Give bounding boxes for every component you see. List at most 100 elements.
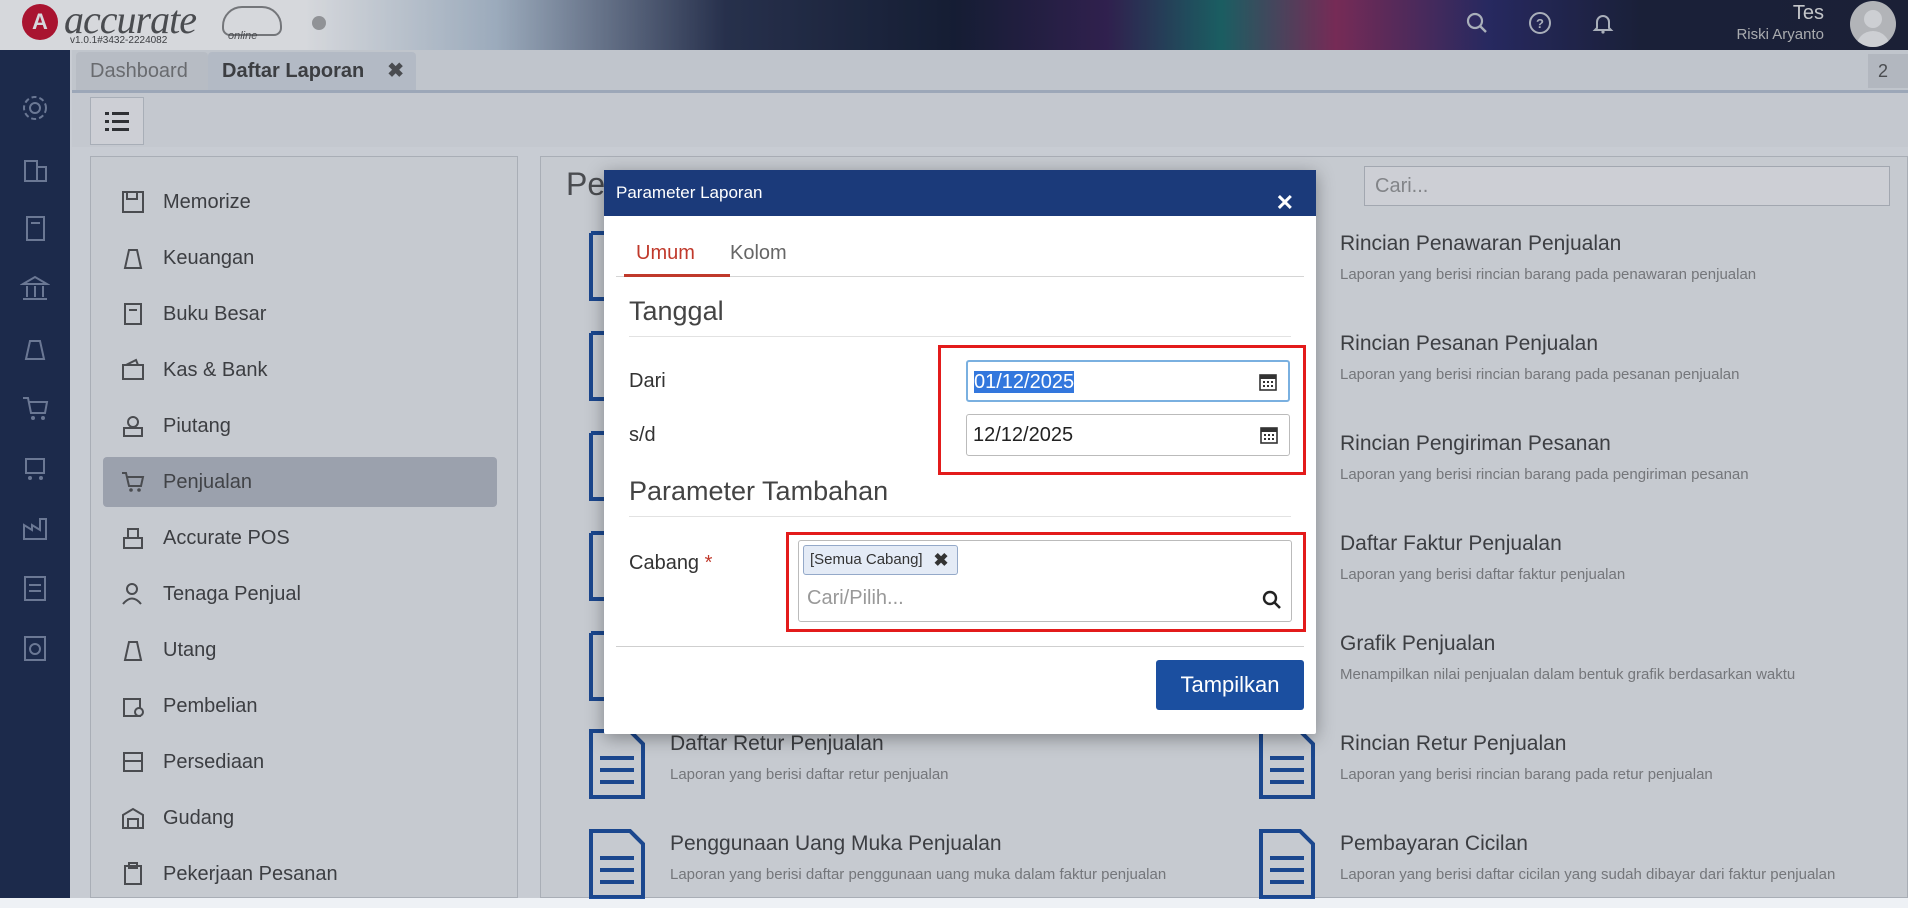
tab-close-icon[interactable]: ✖ bbox=[387, 52, 404, 90]
sidebar-item-gudang[interactable]: Gudang bbox=[103, 793, 497, 843]
sidebar-item-label: Memorize bbox=[163, 190, 251, 213]
sidebar-item-tenaga-penjual[interactable]: Tenaga Penjual bbox=[103, 569, 497, 619]
logo-online: online bbox=[228, 30, 258, 42]
sidebar-item-label: Penjualan bbox=[163, 470, 252, 493]
sidebar-item-label: Keuangan bbox=[163, 246, 255, 269]
svg-text:?: ? bbox=[1536, 16, 1544, 31]
document-icon bbox=[589, 729, 645, 799]
report-item[interactable]: Rincian Pengiriman Pesanan Laporan yang … bbox=[1258, 428, 1818, 508]
dialog-header: Parameter Laporan ✕ bbox=[604, 170, 1316, 216]
report-icon[interactable] bbox=[17, 630, 53, 666]
highlight-box-dates bbox=[938, 345, 1306, 475]
footer-divider bbox=[616, 646, 1304, 647]
list-view-button[interactable] bbox=[90, 97, 144, 145]
search-icon[interactable] bbox=[1462, 8, 1492, 38]
report-title: Rincian Retur Penjualan bbox=[1340, 732, 1567, 755]
report-title: Rincian Penawaran Penjualan bbox=[1340, 232, 1622, 255]
sidebar-item-label: Utang bbox=[163, 638, 217, 661]
sidebar-item-utang[interactable]: Utang bbox=[103, 625, 497, 675]
sidebar-item-persediaan[interactable]: Persediaan bbox=[103, 737, 497, 787]
report-item[interactable]: Rincian Penawaran Penjualan Laporan yang… bbox=[1258, 228, 1818, 308]
tab-daftar-laporan-label: Daftar Laporan bbox=[222, 60, 365, 82]
show-report-button[interactable]: Tampilkan bbox=[1156, 660, 1304, 710]
sidebar-item-label: Accurate POS bbox=[163, 526, 290, 549]
logo-mark-icon: A bbox=[22, 4, 58, 40]
report-title: Rincian Pesanan Penjualan bbox=[1340, 332, 1599, 355]
book-icon[interactable] bbox=[17, 210, 53, 246]
purchase-icon[interactable] bbox=[17, 450, 53, 486]
report-item[interactable]: Rincian Retur Penjualan Laporan yang ber… bbox=[1258, 728, 1818, 808]
section-tanggal-title: Tanggal bbox=[629, 296, 724, 326]
report-title: Daftar Faktur Penjualan bbox=[1340, 532, 1562, 555]
ledger-icon bbox=[111, 299, 155, 329]
document-icon bbox=[589, 829, 645, 899]
cart-icon[interactable] bbox=[17, 390, 53, 426]
section-divider bbox=[629, 336, 1291, 337]
required-mark: * bbox=[704, 552, 713, 574]
salesperson-icon bbox=[111, 579, 155, 609]
dialog-title: Parameter Laporan bbox=[616, 183, 763, 202]
tab-count-dropdown[interactable]: 2 bbox=[1868, 54, 1908, 88]
report-title: Penggunaan Uang Muka Penjualan bbox=[670, 832, 1002, 855]
pos-icon bbox=[111, 523, 155, 553]
tab-dashboard[interactable]: Dashboard bbox=[76, 52, 208, 90]
status-dot-icon bbox=[312, 16, 326, 30]
user-subtitle: Riski Aryanto bbox=[1736, 26, 1824, 43]
receivable-icon bbox=[111, 411, 155, 441]
sidebar-item-accurate-pos[interactable]: Accurate POS bbox=[103, 513, 497, 563]
sidebar-item-piutang[interactable]: Piutang bbox=[103, 401, 497, 451]
report-item[interactable]: Daftar Retur Penjualan Laporan yang beri… bbox=[588, 728, 1148, 808]
bell-icon[interactable] bbox=[1588, 8, 1618, 38]
bank-icon[interactable] bbox=[17, 270, 53, 306]
save-icon bbox=[111, 187, 155, 217]
sidebar-item-keuangan[interactable]: Keuangan bbox=[103, 233, 497, 283]
report-item[interactable]: Penggunaan Uang Muka Penjualan Laporan y… bbox=[588, 828, 1166, 908]
version-text: v1.0.1#3432-2224082 bbox=[70, 35, 168, 46]
report-item[interactable]: Daftar Faktur Penjualan Laporan yang ber… bbox=[1258, 528, 1818, 608]
sidebar-item-label: Tenaga Penjual bbox=[163, 582, 301, 605]
sidebar-item-memorize[interactable]: Memorize bbox=[103, 177, 497, 227]
job-order-icon bbox=[111, 859, 155, 889]
company-icon[interactable] bbox=[17, 150, 53, 186]
report-title: Rincian Pengiriman Pesanan bbox=[1340, 432, 1611, 455]
money-bag-icon[interactable] bbox=[17, 330, 53, 366]
search-input[interactable]: Cari... bbox=[1364, 166, 1890, 206]
toolbar bbox=[72, 93, 1908, 147]
report-title: Daftar Retur Penjualan bbox=[670, 732, 884, 755]
tab-daftar-laporan[interactable]: Daftar Laporan ✖ bbox=[208, 52, 416, 90]
report-desc: Menampilkan nilai penjualan dalam bentuk… bbox=[1340, 666, 1796, 683]
sidebar-item-label: Persediaan bbox=[163, 750, 265, 773]
report-desc: Laporan yang berisi daftar cicilan yang … bbox=[1340, 866, 1836, 883]
report-category-panel: Memorize Keuangan Buku Besar Kas & Bank … bbox=[90, 156, 518, 898]
top-bar: A accurate online v1.0.1#3432-2224082 ? … bbox=[0, 0, 1908, 50]
sidebar-item-pembelian[interactable]: Pembelian bbox=[103, 681, 497, 731]
sidebar-item-label: Pembelian bbox=[163, 694, 258, 717]
left-nav bbox=[0, 50, 70, 898]
document-icon bbox=[1259, 729, 1315, 799]
sidebar-item-buku-besar[interactable]: Buku Besar bbox=[103, 289, 497, 339]
tab-umum[interactable]: Umum bbox=[636, 242, 695, 265]
report-item[interactable]: Grafik Penjualan Menampilkan nilai penju… bbox=[1258, 628, 1818, 708]
settings-icon[interactable] bbox=[17, 90, 53, 126]
document-icon bbox=[1259, 829, 1315, 899]
close-icon[interactable]: ✕ bbox=[1276, 180, 1294, 226]
section-divider bbox=[629, 516, 1291, 517]
sidebar-item-label: Buku Besar bbox=[163, 302, 267, 325]
sidebar-item-kas-bank[interactable]: Kas & Bank bbox=[103, 345, 497, 395]
tax-icon[interactable] bbox=[17, 570, 53, 606]
report-desc: Laporan yang berisi rincian barang pada … bbox=[1340, 266, 1757, 283]
label-dari: Dari bbox=[629, 370, 666, 392]
sidebar-item-pekerjaan-pesanan[interactable]: Pekerjaan Pesanan bbox=[103, 849, 497, 899]
label-cabang-text: Cabang bbox=[629, 552, 700, 574]
report-desc: Laporan yang berisi rincian barang pada … bbox=[1340, 466, 1749, 483]
report-item[interactable]: Pembayaran Cicilan Laporan yang berisi d… bbox=[1258, 828, 1835, 908]
avatar[interactable] bbox=[1850, 1, 1896, 47]
help-icon[interactable]: ? bbox=[1525, 8, 1555, 38]
report-title: Grafik Penjualan bbox=[1340, 632, 1496, 655]
report-item[interactable]: Rincian Pesanan Penjualan Laporan yang b… bbox=[1258, 328, 1818, 408]
report-desc: Laporan yang berisi rincian barang pada … bbox=[1340, 366, 1740, 383]
tab-kolom[interactable]: Kolom bbox=[730, 242, 787, 265]
factory-icon[interactable] bbox=[17, 510, 53, 546]
highlight-box-branch bbox=[786, 532, 1306, 632]
sidebar-item-penjualan[interactable]: Penjualan bbox=[103, 457, 497, 507]
